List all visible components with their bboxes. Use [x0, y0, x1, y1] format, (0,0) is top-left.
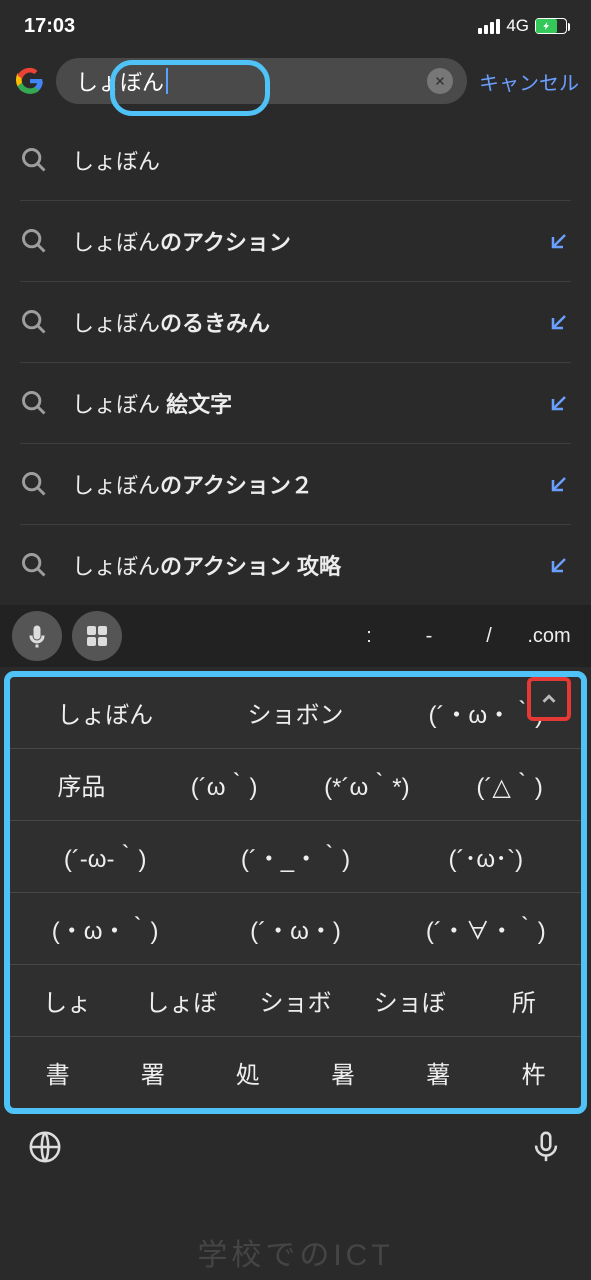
candidate-cell[interactable]: (・ω・｀) [10, 893, 200, 964]
status-time: 17:03 [24, 15, 75, 38]
search-icon [20, 470, 48, 498]
suggestion-row[interactable]: しょぼんのアクション２ [20, 443, 571, 524]
symbol-key[interactable]: : [339, 625, 399, 648]
candidate-cell[interactable]: 序品 [10, 749, 153, 820]
image-search-button[interactable] [72, 611, 122, 661]
insert-arrow-icon[interactable] [547, 310, 571, 334]
candidate-cell[interactable]: 署 [105, 1037, 200, 1108]
candidate-cell[interactable]: しょぼ [124, 965, 238, 1036]
suggestion-text: しょぼん [72, 144, 571, 176]
expand-candidates-button[interactable] [527, 677, 571, 721]
candidate-cell[interactable]: (´ω｀) [153, 749, 296, 820]
symbol-key[interactable]: / [459, 625, 519, 648]
search-icon [20, 227, 48, 255]
search-icon [20, 551, 48, 579]
voice-input-button[interactable] [12, 611, 62, 661]
candidate-cell[interactable]: (´-ω-｀) [10, 821, 200, 892]
signal-icon [478, 19, 500, 34]
suggestions-list: しょぼんしょぼんのアクションしょぼんのるきみんしょぼん 絵文字しょぼんのアクショ… [0, 120, 591, 605]
status-bar: 17:03 4G [0, 0, 591, 50]
suggestion-text: しょぼんのアクション [72, 225, 523, 257]
dictation-button[interactable] [529, 1130, 563, 1169]
candidate-cell[interactable]: 暑 [296, 1037, 391, 1108]
candidate-cell[interactable]: 薯 [391, 1037, 486, 1108]
candidate-cell[interactable]: (´･ω･`) [391, 821, 581, 892]
insert-arrow-icon[interactable] [547, 553, 571, 577]
candidate-cell[interactable]: ショボ [238, 965, 352, 1036]
ime-candidate-panel: しょぼんショボン(´・ω・｀)序品(´ω｀)(*´ω｀*)(´△｀)(´-ω-｀… [4, 671, 587, 1114]
candidate-cell[interactable]: 書 [10, 1037, 105, 1108]
suggestion-text: しょぼんのアクション２ [72, 468, 523, 500]
suggestion-text: しょぼん 絵文字 [72, 387, 523, 419]
battery-icon [535, 18, 567, 34]
candidate-cell[interactable]: 処 [200, 1037, 295, 1108]
cancel-button[interactable]: キャンセル [479, 67, 579, 96]
candidate-cell[interactable]: しょぼん [10, 677, 200, 748]
candidate-cell[interactable]: (´△｀) [438, 749, 581, 820]
suggestion-row[interactable]: しょぼんのアクション 攻略 [20, 524, 571, 605]
clear-button[interactable] [427, 68, 453, 94]
suggestion-row[interactable]: しょぼんのるきみん [20, 281, 571, 362]
symbol-key[interactable]: .com [519, 625, 579, 648]
candidate-cell[interactable]: (´・ω・) [200, 893, 390, 964]
candidate-cell[interactable]: ショボン [200, 677, 390, 748]
candidate-cell[interactable]: 所 [467, 965, 581, 1036]
watermark-text: 学校でのICT [197, 1230, 393, 1274]
search-icon [20, 146, 48, 174]
suggestion-row[interactable]: しょぼん [0, 120, 591, 200]
google-logo-icon [16, 67, 44, 95]
insert-arrow-icon[interactable] [547, 391, 571, 415]
suggestion-text: しょぼんのアクション 攻略 [72, 549, 523, 581]
search-query-text: しょぼん [76, 65, 164, 97]
suggestion-row[interactable]: しょぼんのアクション [20, 200, 571, 281]
text-caret [166, 68, 168, 94]
globe-button[interactable] [28, 1130, 62, 1169]
keyboard-toolbar: :-/.com [0, 605, 591, 667]
search-icon [20, 389, 48, 417]
status-icons: 4G [478, 16, 567, 36]
insert-arrow-icon[interactable] [547, 472, 571, 496]
insert-arrow-icon[interactable] [547, 229, 571, 253]
search-header: しょぼん キャンセル [0, 50, 591, 120]
keyboard-bottom-bar [0, 1114, 591, 1181]
candidate-cell[interactable]: (´・∀・｀) [391, 893, 581, 964]
suggestion-row[interactable]: しょぼん 絵文字 [20, 362, 571, 443]
candidate-cell[interactable]: (´・_・｀) [200, 821, 390, 892]
search-input[interactable]: しょぼん [56, 58, 467, 104]
symbol-key[interactable]: - [399, 625, 459, 648]
candidate-cell[interactable]: (*´ω｀*) [296, 749, 439, 820]
suggestion-text: しょぼんのるきみん [72, 306, 523, 338]
candidate-cell[interactable]: ショぼ [353, 965, 467, 1036]
candidate-cell[interactable]: 杵 [486, 1037, 581, 1108]
network-label: 4G [506, 16, 529, 36]
candidate-cell[interactable]: しょ [10, 965, 124, 1036]
search-icon [20, 308, 48, 336]
